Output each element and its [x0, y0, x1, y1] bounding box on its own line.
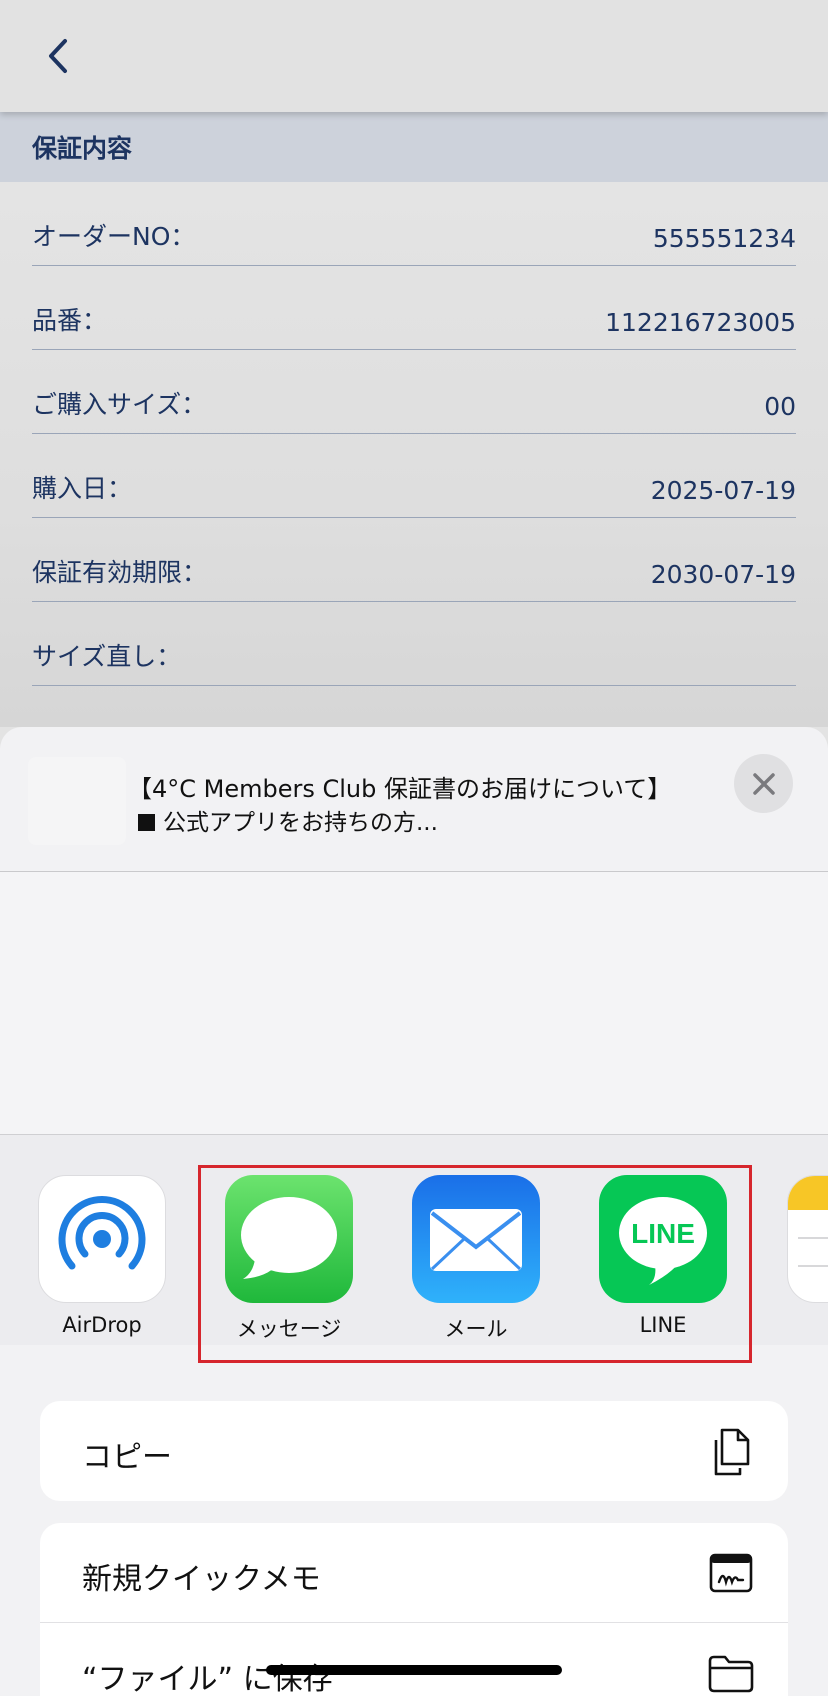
back-button[interactable]: [38, 34, 78, 78]
airdrop-icon: [38, 1175, 166, 1303]
detail-row-order-no: オーダーNO： 555551234: [32, 182, 796, 266]
detail-row-product-no: 品番： 112216723005: [32, 266, 796, 350]
action-save-to-files[interactable]: “ファイル” に保存: [40, 1623, 788, 1696]
detail-label: 購入日：: [32, 474, 133, 503]
detail-value: 112216723005: [605, 308, 796, 337]
action-group-copy: コピー: [40, 1401, 788, 1501]
app-label: メッセージ: [236, 1317, 342, 1341]
line-icon: LINE: [599, 1175, 727, 1303]
messages-icon: [225, 1175, 353, 1303]
detail-label: オーダーNO：: [32, 222, 196, 251]
preview-thumbnail: [28, 757, 126, 845]
share-preview-area: [0, 872, 828, 1135]
share-apps-row: AirDrop メッセージ メール LINE LINE: [0, 1135, 828, 1345]
app-messages[interactable]: メッセージ: [224, 1175, 354, 1341]
mail-icon: [412, 1175, 540, 1303]
close-icon: [752, 772, 775, 795]
line-logo-text: LINE: [631, 1218, 695, 1249]
app-label: LINE: [639, 1313, 687, 1337]
detail-value: 555551234: [652, 224, 796, 253]
detail-label: 保証有効期限：: [32, 558, 208, 587]
close-button[interactable]: [734, 754, 793, 813]
detail-row-resize: サイズ直し：: [32, 602, 796, 686]
preview-subtitle-text: 公式アプリをお持ちの方...: [163, 810, 438, 836]
detail-row-size: ご購入サイズ： 00: [32, 350, 796, 434]
detail-label: サイズ直し：: [32, 642, 182, 671]
app-label: AirDrop: [62, 1313, 142, 1337]
action-quick-note[interactable]: 新規クイックメモ: [40, 1523, 788, 1623]
app-notes[interactable]: [786, 1175, 828, 1325]
action-label: コピー: [82, 1440, 172, 1475]
navigation-bar: [0, 0, 828, 112]
detail-row-warranty-expiry: 保証有効期限： 2030-07-19: [32, 518, 796, 602]
app-label: メール: [444, 1317, 508, 1341]
home-indicator: [266, 1665, 562, 1675]
chevron-left-icon: [49, 39, 67, 73]
preview-title: 【4°C Members Club 保証書のお届けについて】: [128, 775, 672, 803]
quick-note-icon: [704, 1545, 758, 1601]
detail-value: 2025-07-19: [650, 476, 796, 505]
detail-value: 00: [764, 392, 796, 421]
detail-row-purchase-date: 購入日： 2025-07-19: [32, 434, 796, 518]
action-label: 新規クイックメモ: [82, 1562, 321, 1597]
detail-label: ご購入サイズ：: [32, 390, 207, 419]
action-label: “ファイル” に保存: [82, 1662, 333, 1696]
detail-label: 品番：: [32, 306, 108, 335]
notes-icon: [787, 1175, 828, 1303]
detail-value: 2030-07-19: [650, 560, 796, 589]
warranty-detail-list: オーダーNO： 555551234 品番： 112216723005 ご購入サイ…: [0, 182, 828, 727]
warranty-section-header: 保証内容: [0, 112, 828, 182]
share-sheet-header: 【4°C Members Club 保証書のお届けについて】 公式アプリをお持ち…: [0, 727, 828, 872]
app-line[interactable]: LINE LINE: [598, 1175, 728, 1337]
black-square-icon: [138, 814, 155, 831]
preview-subtitle: 公式アプリをお持ちの方...: [138, 803, 678, 837]
folder-icon: [704, 1645, 758, 1696]
share-sheet: 【4°C Members Club 保証書のお届けについて】 公式アプリをお持ち…: [0, 727, 828, 1696]
copy-icon: [704, 1423, 758, 1479]
action-copy[interactable]: コピー: [40, 1401, 788, 1501]
app-airdrop[interactable]: AirDrop: [37, 1175, 167, 1337]
section-title: 保証内容: [32, 134, 133, 163]
app-mail[interactable]: メール: [411, 1175, 541, 1341]
